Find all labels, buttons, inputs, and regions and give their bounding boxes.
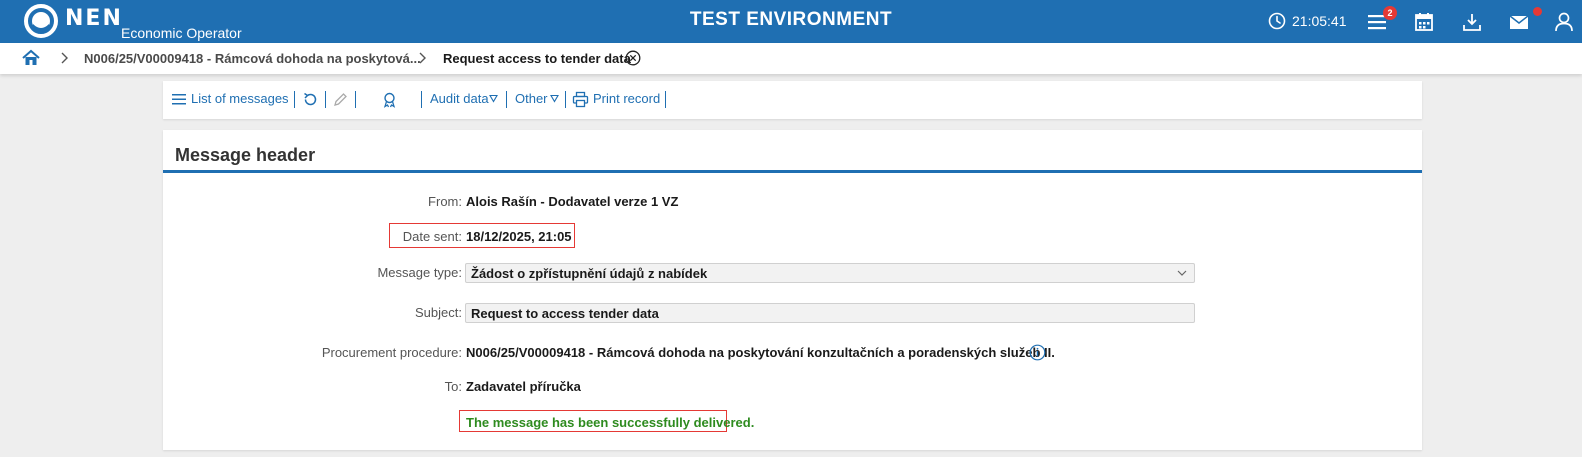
- to-label: To:: [444, 379, 462, 394]
- calendar-icon[interactable]: [1413, 11, 1435, 33]
- toolbar-divider: [565, 91, 566, 108]
- session-clock: 21:05:41: [1292, 13, 1347, 29]
- breadcrumb-procedure[interactable]: N006/25/V00009418 - Rámcová dohoda na po…: [84, 51, 421, 66]
- toolbar-divider: [355, 91, 356, 108]
- procurement-procedure-value: N006/25/V00009418 - Rámcová dohoda na po…: [466, 345, 1055, 360]
- list-of-messages-link[interactable]: List of messages: [191, 91, 289, 106]
- chevron-right-icon: [61, 52, 68, 64]
- message-toolbar: List of messages Audit data Other Print …: [163, 81, 1422, 119]
- from-label: From:: [428, 194, 462, 209]
- audit-data-menu[interactable]: Audit data: [430, 91, 489, 106]
- subject-value: Request to access tender data: [471, 306, 659, 321]
- from-value: Alois Rašín - Dodavatel verze 1 VZ: [466, 194, 679, 209]
- other-menu[interactable]: Other: [515, 91, 548, 106]
- refresh-icon[interactable]: [302, 91, 319, 108]
- nen-logo-icon[interactable]: [24, 4, 58, 38]
- message-type-value: Žádost o zpřístupnění údajů z nabídek: [471, 266, 708, 281]
- list-icon[interactable]: [171, 91, 188, 108]
- app-subtitle: Economic Operator: [121, 25, 242, 41]
- toolbar-divider: [506, 91, 507, 108]
- message-header-panel: Message header From: Alois Rašín - Dodav…: [163, 130, 1422, 450]
- breadcrumb-current: Request access to tender data: [443, 51, 631, 66]
- to-value: Zadavatel příručka: [466, 379, 581, 394]
- certificate-icon[interactable]: [381, 91, 398, 108]
- toolbar-divider: [665, 91, 666, 108]
- title-divider: [163, 170, 1422, 173]
- message-type-select[interactable]: Žádost o zpřístupnění údajů z nabídek: [465, 263, 1195, 283]
- date-sent-value: 18/12/2025, 21:05: [466, 229, 572, 244]
- dropdown-triangle-icon[interactable]: [489, 94, 498, 103]
- notification-badge: 2: [1383, 6, 1397, 20]
- toolbar-divider: [421, 91, 422, 108]
- info-icon[interactable]: [1029, 344, 1046, 361]
- user-icon[interactable]: [1553, 11, 1575, 33]
- chevron-down-icon[interactable]: [1177, 269, 1187, 277]
- close-icon[interactable]: [625, 50, 641, 66]
- logo-text[interactable]: NEN: [65, 6, 123, 31]
- toolbar-divider: [294, 91, 295, 108]
- edit-pencil-icon: [334, 93, 347, 106]
- toolbar-divider: [325, 91, 326, 108]
- breadcrumb: N006/25/V00009418 - Rámcová dohoda na po…: [0, 43, 1582, 74]
- date-sent-label: Date sent:: [402, 229, 462, 244]
- delivery-status-message: The message has been successfully delive…: [466, 415, 755, 430]
- mail-unread-dot: [1533, 7, 1542, 16]
- panel-title: Message header: [175, 145, 316, 165]
- chevron-right-icon: [419, 52, 426, 64]
- home-icon[interactable]: [22, 49, 40, 67]
- procurement-procedure-label: Procurement procedure:: [321, 345, 462, 360]
- subject-label: Subject:: [415, 305, 462, 320]
- message-type-label: Message type:: [377, 265, 462, 280]
- mail-icon[interactable]: [1508, 11, 1530, 33]
- dropdown-triangle-icon[interactable]: [550, 94, 559, 103]
- download-icon[interactable]: [1461, 11, 1483, 33]
- print-record-link[interactable]: Print record: [593, 91, 660, 106]
- printer-icon[interactable]: [572, 91, 589, 108]
- top-bar: NEN Economic Operator TEST ENVIRONMENT 2…: [0, 0, 1582, 43]
- clock-icon: [1268, 12, 1286, 30]
- subject-field[interactable]: Request to access tender data: [465, 303, 1195, 323]
